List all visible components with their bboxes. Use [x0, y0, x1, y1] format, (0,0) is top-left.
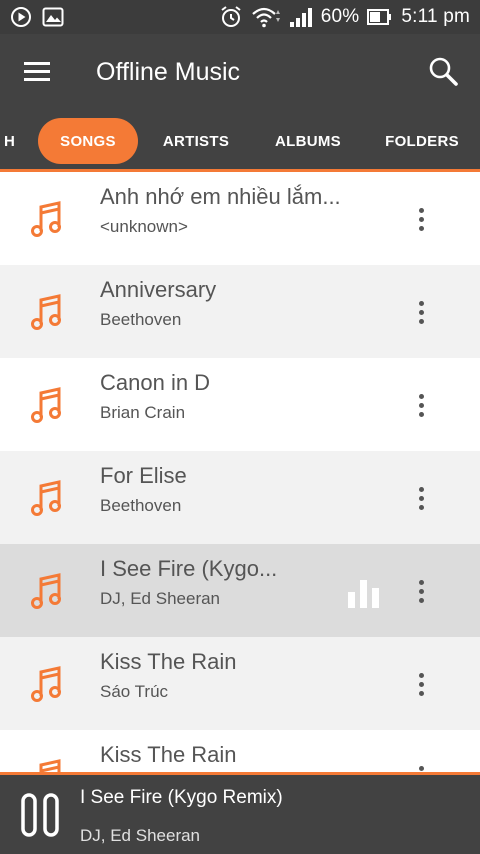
list-item[interactable]: For Elise Beethoven — [0, 451, 480, 544]
hamburger-menu-icon[interactable] — [20, 56, 54, 86]
more-options-icon[interactable] — [404, 200, 438, 238]
list-item[interactable]: Anniversary Beethoven — [0, 265, 480, 358]
now-playing-title: I See Fire (Kygo Remix) — [80, 787, 283, 808]
music-note-icon — [31, 201, 61, 237]
more-options-icon[interactable] — [404, 386, 438, 424]
play-circle-icon — [11, 7, 31, 27]
now-playing-bar[interactable]: I See Fire (Kygo Remix) DJ, Ed Sheeran — [0, 772, 480, 854]
battery-percent: 60% — [320, 6, 360, 27]
image-icon — [42, 7, 64, 27]
app-toolbar: Offline Music — [0, 34, 480, 110]
song-artist: <unknown> — [100, 217, 188, 236]
more-options-icon[interactable] — [404, 758, 438, 772]
list-item[interactable]: Canon in D Brian Crain — [0, 358, 480, 451]
more-options-icon[interactable] — [404, 665, 438, 703]
signal-icon — [289, 8, 312, 27]
song-artist: Beethoven — [100, 310, 182, 329]
more-options-icon[interactable] — [404, 293, 438, 331]
song-artist: Sáo Trúc — [100, 682, 169, 701]
more-options-icon[interactable] — [404, 572, 438, 610]
status-bar: 60% 5:11 pm — [0, 0, 480, 34]
list-item[interactable]: Kiss The Rain — [0, 730, 480, 772]
more-options-icon[interactable] — [404, 479, 438, 517]
tab-songs[interactable]: SONGS — [38, 118, 138, 164]
list-item[interactable]: Kiss The Rain Sáo Trúc — [0, 637, 480, 730]
tab-albums[interactable]: ALBUMS — [262, 118, 354, 164]
battery-icon — [367, 9, 392, 25]
clock: 5:11 pm — [401, 6, 470, 27]
song-artist: Beethoven — [100, 496, 182, 515]
song-artist: Brian Crain — [100, 403, 186, 422]
song-title: Kiss The Rain — [100, 742, 237, 767]
tab-artists[interactable]: ARTISTS — [150, 118, 242, 164]
song-title: For Elise — [100, 463, 187, 488]
pause-icon[interactable] — [18, 791, 62, 839]
app-title: Offline Music — [96, 58, 241, 86]
music-note-icon — [31, 666, 61, 702]
song-artist: DJ, Ed Sheeran — [100, 589, 221, 608]
music-note-icon — [31, 387, 61, 423]
status-right-icons: 60% 5:11 pm — [219, 4, 470, 30]
tab-folders[interactable]: FOLDERS — [374, 118, 470, 164]
wifi-icon — [251, 7, 280, 28]
song-list: Anh nhớ em nhiều lắm... <unknown> Annive… — [0, 172, 480, 772]
music-note-icon — [39, 759, 61, 772]
status-left-icons — [10, 6, 64, 28]
list-item-now-playing[interactable]: I See Fire (Kygo... DJ, Ed Sheeran — [0, 544, 480, 637]
song-title: I See Fire (Kygo... — [100, 556, 278, 581]
category-tabs: H SONGS ARTISTS ALBUMS FOLDERS — [0, 110, 480, 172]
alarm-icon — [221, 6, 241, 27]
now-playing-artist: DJ, Ed Sheeran — [80, 826, 201, 845]
song-title: Kiss The Rain — [100, 649, 237, 674]
music-note-icon — [31, 294, 61, 330]
list-item[interactable]: Anh nhớ em nhiều lắm... <unknown> — [0, 172, 480, 265]
song-title: Anh nhớ em nhiều lắm... — [100, 184, 341, 209]
music-note-icon — [31, 573, 61, 609]
search-icon[interactable] — [424, 52, 462, 90]
music-note-icon — [31, 480, 61, 516]
equalizer-icon — [348, 580, 379, 608]
song-title: Anniversary — [100, 277, 217, 302]
tab-partial-left[interactable]: H — [4, 118, 15, 164]
song-title: Canon in D — [100, 370, 211, 395]
